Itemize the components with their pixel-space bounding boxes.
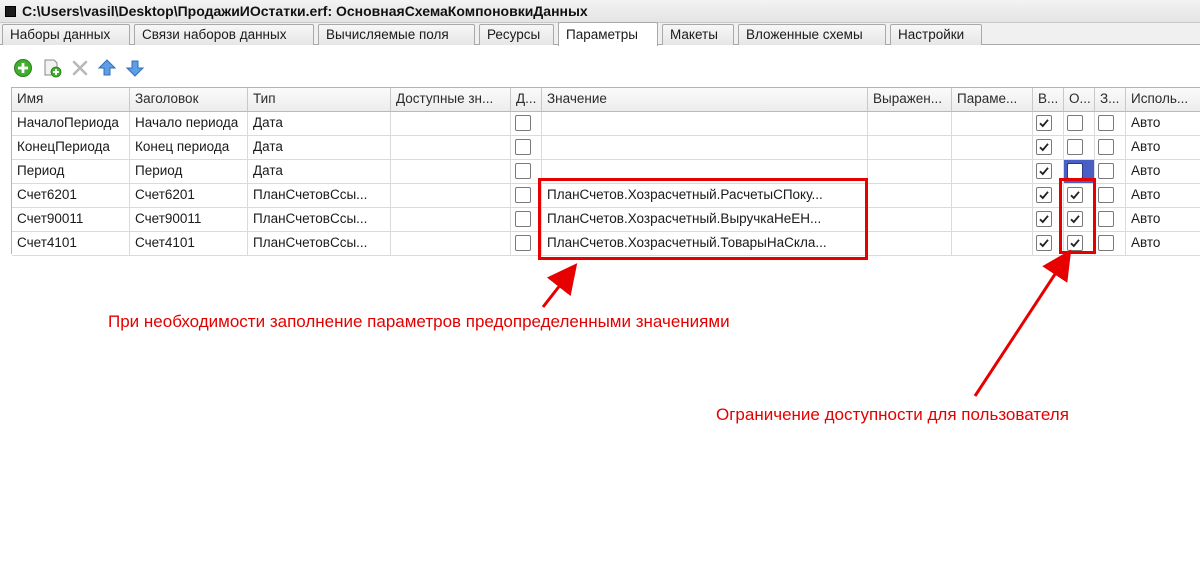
tab-parameters[interactable]: Параметры	[558, 22, 658, 46]
annotation-restriction-note: Ограничение доступности для пользователя	[716, 405, 1069, 424]
arrow-to-restriction	[973, 249, 1072, 397]
annotation-values-note: При необходимости заполнение параметров …	[108, 312, 730, 331]
arrow-to-values	[541, 263, 578, 308]
annotation-arrows	[541, 249, 1072, 397]
